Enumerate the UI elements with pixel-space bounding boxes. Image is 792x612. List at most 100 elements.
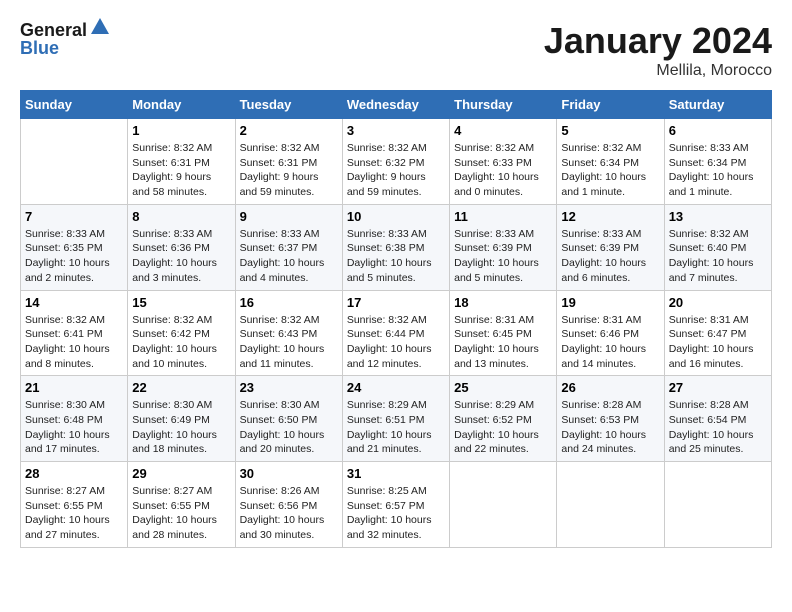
sunset-text: Sunset: 6:41 PM — [25, 327, 123, 342]
sunrise-text: Sunrise: 8:32 AM — [669, 227, 767, 242]
sunset-text: Sunset: 6:50 PM — [240, 413, 338, 428]
calendar-cell: 3 Sunrise: 8:32 AM Sunset: 6:32 PM Dayli… — [342, 119, 449, 205]
sunset-text: Sunset: 6:47 PM — [669, 327, 767, 342]
day-number: 2 — [240, 123, 338, 138]
sunset-text: Sunset: 6:55 PM — [132, 499, 230, 514]
day-number: 3 — [347, 123, 445, 138]
calendar-cell — [450, 462, 557, 548]
sunset-text: Sunset: 6:43 PM — [240, 327, 338, 342]
sunrise-text: Sunrise: 8:30 AM — [25, 398, 123, 413]
sunrise-text: Sunrise: 8:31 AM — [454, 313, 552, 328]
day-number: 10 — [347, 209, 445, 224]
day-info: Sunrise: 8:32 AM Sunset: 6:44 PM Dayligh… — [347, 313, 445, 372]
col-header-monday: Monday — [128, 91, 235, 119]
day-info: Sunrise: 8:32 AM Sunset: 6:40 PM Dayligh… — [669, 227, 767, 286]
daylight-text: Daylight: 10 hours and 32 minutes. — [347, 513, 445, 542]
day-number: 20 — [669, 295, 767, 310]
sunrise-text: Sunrise: 8:33 AM — [240, 227, 338, 242]
day-number: 31 — [347, 466, 445, 481]
day-info: Sunrise: 8:32 AM Sunset: 6:42 PM Dayligh… — [132, 313, 230, 372]
calendar-cell: 1 Sunrise: 8:32 AM Sunset: 6:31 PM Dayli… — [128, 119, 235, 205]
day-info: Sunrise: 8:27 AM Sunset: 6:55 PM Dayligh… — [25, 484, 123, 543]
daylight-text: Daylight: 10 hours and 18 minutes. — [132, 428, 230, 457]
daylight-text: Daylight: 10 hours and 7 minutes. — [669, 256, 767, 285]
daylight-text: Daylight: 10 hours and 11 minutes. — [240, 342, 338, 371]
day-info: Sunrise: 8:32 AM Sunset: 6:43 PM Dayligh… — [240, 313, 338, 372]
day-number: 19 — [561, 295, 659, 310]
sunset-text: Sunset: 6:52 PM — [454, 413, 552, 428]
sunrise-text: Sunrise: 8:32 AM — [347, 141, 445, 156]
sunrise-text: Sunrise: 8:29 AM — [347, 398, 445, 413]
daylight-text: Daylight: 10 hours and 24 minutes. — [561, 428, 659, 457]
month-title: January 2024 — [544, 20, 772, 62]
calendar-cell: 14 Sunrise: 8:32 AM Sunset: 6:41 PM Dayl… — [21, 290, 128, 376]
sunset-text: Sunset: 6:35 PM — [25, 241, 123, 256]
sunset-text: Sunset: 6:34 PM — [561, 156, 659, 171]
calendar-week-row: 14 Sunrise: 8:32 AM Sunset: 6:41 PM Dayl… — [21, 290, 772, 376]
daylight-text: Daylight: 10 hours and 28 minutes. — [132, 513, 230, 542]
calendar-cell — [557, 462, 664, 548]
day-info: Sunrise: 8:30 AM Sunset: 6:50 PM Dayligh… — [240, 398, 338, 457]
calendar-week-row: 7 Sunrise: 8:33 AM Sunset: 6:35 PM Dayli… — [21, 204, 772, 290]
day-info: Sunrise: 8:33 AM Sunset: 6:39 PM Dayligh… — [561, 227, 659, 286]
calendar-cell: 23 Sunrise: 8:30 AM Sunset: 6:50 PM Dayl… — [235, 376, 342, 462]
day-number: 29 — [132, 466, 230, 481]
day-number: 4 — [454, 123, 552, 138]
day-number: 25 — [454, 380, 552, 395]
daylight-text: Daylight: 10 hours and 21 minutes. — [347, 428, 445, 457]
daylight-text: Daylight: 10 hours and 2 minutes. — [25, 256, 123, 285]
day-number: 12 — [561, 209, 659, 224]
day-number: 11 — [454, 209, 552, 224]
sunset-text: Sunset: 6:40 PM — [669, 241, 767, 256]
daylight-text: Daylight: 10 hours and 1 minute. — [561, 170, 659, 199]
sunrise-text: Sunrise: 8:32 AM — [240, 141, 338, 156]
sunset-text: Sunset: 6:44 PM — [347, 327, 445, 342]
sunset-text: Sunset: 6:53 PM — [561, 413, 659, 428]
day-info: Sunrise: 8:29 AM Sunset: 6:51 PM Dayligh… — [347, 398, 445, 457]
day-number: 7 — [25, 209, 123, 224]
calendar-cell: 2 Sunrise: 8:32 AM Sunset: 6:31 PM Dayli… — [235, 119, 342, 205]
calendar-cell: 6 Sunrise: 8:33 AM Sunset: 6:34 PM Dayli… — [664, 119, 771, 205]
daylight-text: Daylight: 9 hours and 59 minutes. — [240, 170, 338, 199]
day-info: Sunrise: 8:28 AM Sunset: 6:53 PM Dayligh… — [561, 398, 659, 457]
calendar-cell: 27 Sunrise: 8:28 AM Sunset: 6:54 PM Dayl… — [664, 376, 771, 462]
sunset-text: Sunset: 6:36 PM — [132, 241, 230, 256]
day-number: 5 — [561, 123, 659, 138]
sunrise-text: Sunrise: 8:28 AM — [561, 398, 659, 413]
calendar-cell: 17 Sunrise: 8:32 AM Sunset: 6:44 PM Dayl… — [342, 290, 449, 376]
sunrise-text: Sunrise: 8:32 AM — [454, 141, 552, 156]
calendar-cell: 5 Sunrise: 8:32 AM Sunset: 6:34 PM Dayli… — [557, 119, 664, 205]
day-info: Sunrise: 8:28 AM Sunset: 6:54 PM Dayligh… — [669, 398, 767, 457]
day-number: 15 — [132, 295, 230, 310]
sunset-text: Sunset: 6:42 PM — [132, 327, 230, 342]
sunset-text: Sunset: 6:38 PM — [347, 241, 445, 256]
calendar-cell: 13 Sunrise: 8:32 AM Sunset: 6:40 PM Dayl… — [664, 204, 771, 290]
daylight-text: Daylight: 10 hours and 3 minutes. — [132, 256, 230, 285]
logo: General Blue — [20, 20, 111, 59]
day-number: 21 — [25, 380, 123, 395]
day-number: 28 — [25, 466, 123, 481]
sunset-text: Sunset: 6:34 PM — [669, 156, 767, 171]
day-number: 1 — [132, 123, 230, 138]
daylight-text: Daylight: 10 hours and 25 minutes. — [669, 428, 767, 457]
daylight-text: Daylight: 10 hours and 20 minutes. — [240, 428, 338, 457]
location: Mellila, Morocco — [544, 62, 772, 80]
day-info: Sunrise: 8:29 AM Sunset: 6:52 PM Dayligh… — [454, 398, 552, 457]
day-info: Sunrise: 8:31 AM Sunset: 6:45 PM Dayligh… — [454, 313, 552, 372]
sunset-text: Sunset: 6:51 PM — [347, 413, 445, 428]
calendar-week-row: 28 Sunrise: 8:27 AM Sunset: 6:55 PM Dayl… — [21, 462, 772, 548]
calendar-cell: 4 Sunrise: 8:32 AM Sunset: 6:33 PM Dayli… — [450, 119, 557, 205]
sunrise-text: Sunrise: 8:32 AM — [561, 141, 659, 156]
sunset-text: Sunset: 6:56 PM — [240, 499, 338, 514]
day-info: Sunrise: 8:33 AM Sunset: 6:36 PM Dayligh… — [132, 227, 230, 286]
day-info: Sunrise: 8:32 AM Sunset: 6:33 PM Dayligh… — [454, 141, 552, 200]
sunrise-text: Sunrise: 8:33 AM — [454, 227, 552, 242]
daylight-text: Daylight: 10 hours and 13 minutes. — [454, 342, 552, 371]
sunset-text: Sunset: 6:39 PM — [561, 241, 659, 256]
logo-icon — [89, 16, 111, 38]
daylight-text: Daylight: 10 hours and 27 minutes. — [25, 513, 123, 542]
sunset-text: Sunset: 6:57 PM — [347, 499, 445, 514]
sunset-text: Sunset: 6:32 PM — [347, 156, 445, 171]
daylight-text: Daylight: 9 hours and 58 minutes. — [132, 170, 230, 199]
calendar-cell: 18 Sunrise: 8:31 AM Sunset: 6:45 PM Dayl… — [450, 290, 557, 376]
